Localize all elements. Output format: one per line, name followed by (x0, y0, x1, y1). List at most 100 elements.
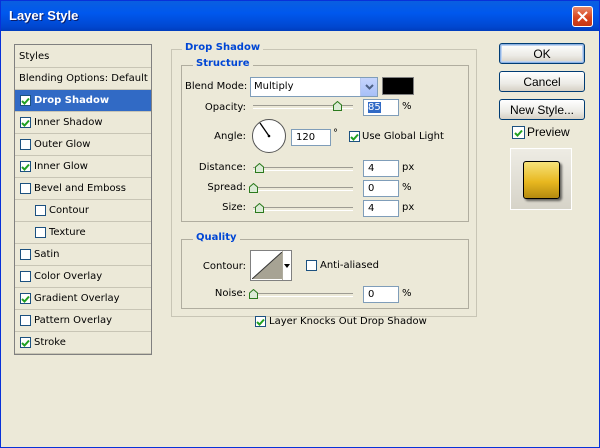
opacity-slider-thumb[interactable] (333, 101, 342, 111)
window-title: Layer Style (9, 8, 79, 23)
style-item-label: Pattern Overlay (34, 315, 113, 326)
chevron-down-icon (284, 263, 290, 268)
style-item-checkbox[interactable] (20, 315, 31, 326)
anti-aliased-checkbox[interactable] (306, 260, 317, 271)
chevron-down-icon (364, 84, 374, 90)
ok-label: OK (533, 46, 551, 61)
noise-input[interactable]: 0 (363, 286, 399, 303)
style-item-label: Gradient Overlay (34, 293, 120, 304)
style-item-blending-options-default[interactable]: Blending Options: Default (15, 68, 151, 90)
blend-mode-label: Blend Mode: (185, 81, 248, 92)
style-item-contour[interactable]: Contour (15, 200, 151, 222)
style-item-checkbox[interactable] (35, 227, 46, 238)
spread-slider-thumb[interactable] (249, 183, 258, 193)
style-preview-thumbnail (510, 148, 572, 210)
opacity-value: 85 (368, 102, 381, 113)
spread-input[interactable]: 0 (363, 180, 399, 197)
blend-mode-value: Multiply (254, 81, 294, 92)
style-item-color-overlay[interactable]: Color Overlay (15, 266, 151, 288)
ok-button[interactable]: OK (499, 43, 585, 64)
distance-slider-thumb[interactable] (255, 163, 264, 173)
size-input[interactable]: 4 (363, 200, 399, 217)
noise-slider[interactable] (249, 289, 353, 299)
style-item-checkbox[interactable] (20, 183, 31, 194)
style-item-label: Contour (49, 205, 89, 216)
angle-label: Angle: (214, 131, 246, 142)
spread-unit: % (402, 182, 412, 193)
distance-slider-track (253, 167, 353, 171)
distance-unit: px (402, 162, 415, 173)
style-item-outer-glow[interactable]: Outer Glow (15, 134, 151, 156)
new-style-label: New Style... (509, 102, 575, 117)
distance-value: 4 (368, 163, 375, 174)
noise-slider-thumb[interactable] (249, 289, 258, 299)
size-slider-thumb[interactable] (255, 203, 264, 213)
angle-dial-icon[interactable] (251, 118, 287, 154)
spread-slider[interactable] (249, 183, 353, 193)
preview-swatch (523, 161, 560, 199)
style-item-checkbox[interactable] (20, 139, 31, 150)
contour-dropdown-button[interactable] (282, 251, 291, 280)
close-x-icon (577, 11, 588, 22)
style-item-satin[interactable]: Satin (15, 244, 151, 266)
close-button[interactable] (572, 6, 593, 27)
opacity-input[interactable]: 85 (363, 99, 399, 116)
style-item-label: Inner Glow (34, 161, 88, 172)
noise-value: 0 (368, 289, 375, 300)
style-item-stroke[interactable]: Stroke (15, 332, 151, 354)
styles-list: Styles Blending Options: Default Drop Sha… (14, 44, 152, 355)
style-item-label: Outer Glow (34, 139, 91, 150)
size-value: 4 (368, 203, 375, 214)
contour-picker[interactable] (250, 250, 292, 281)
style-item-checkbox[interactable] (20, 95, 31, 106)
distance-slider[interactable] (253, 163, 353, 173)
style-item-label: Blending Options: Default (19, 73, 148, 84)
spread-label: Spread: (207, 182, 246, 193)
anti-aliased-label: Anti-aliased (320, 260, 380, 271)
distance-input[interactable]: 4 (363, 160, 399, 177)
preview-checkbox[interactable] (512, 126, 525, 139)
spread-value: 0 (368, 183, 375, 194)
style-item-checkbox[interactable] (20, 293, 31, 304)
angle-value: 120 (296, 132, 316, 143)
contour-curve-icon (252, 252, 282, 279)
style-item-drop-shadow[interactable]: Drop Shadow (15, 90, 151, 112)
new-style-button[interactable]: New Style... (499, 99, 585, 120)
contour-label: Contour: (202, 261, 246, 272)
distance-label: Distance: (198, 162, 246, 173)
style-item-checkbox[interactable] (20, 161, 31, 172)
cancel-button[interactable]: Cancel (499, 71, 585, 92)
style-item-pattern-overlay[interactable]: Pattern Overlay (15, 310, 151, 332)
knockout-checkbox[interactable] (255, 316, 266, 327)
style-item-checkbox[interactable] (20, 117, 31, 128)
shadow-color-swatch[interactable] (382, 77, 414, 95)
use-global-light-checkbox[interactable] (349, 131, 360, 142)
style-item-bevel-and-emboss[interactable]: Bevel and Emboss (15, 178, 151, 200)
styles-list-header[interactable]: Styles (15, 45, 151, 68)
checkmark-icon (21, 339, 30, 347)
blend-mode-select[interactable]: Multiply (250, 77, 378, 97)
checkmark-icon (21, 163, 30, 171)
style-item-texture[interactable]: Texture (15, 222, 151, 244)
opacity-unit: % (402, 101, 412, 112)
size-slider[interactable] (253, 203, 353, 213)
checkmark-icon (21, 97, 30, 105)
spread-slider-track (249, 187, 353, 191)
style-item-inner-glow[interactable]: Inner Glow (15, 156, 151, 178)
style-item-checkbox[interactable] (20, 337, 31, 348)
preview-label: Preview (527, 125, 570, 139)
checkmark-icon (514, 129, 523, 137)
blend-mode-dropdown-button[interactable] (360, 78, 377, 96)
checkmark-icon (21, 295, 30, 303)
style-item-checkbox[interactable] (35, 205, 46, 216)
checkmark-icon (350, 133, 359, 141)
opacity-slider[interactable] (253, 101, 353, 111)
noise-unit: % (402, 288, 412, 299)
angle-input[interactable]: 120 (291, 129, 331, 146)
style-item-checkbox[interactable] (20, 249, 31, 260)
angle-unit: ° (333, 128, 338, 139)
noise-slider-track (249, 293, 353, 297)
style-item-checkbox[interactable] (20, 271, 31, 282)
style-item-inner-shadow[interactable]: Inner Shadow (15, 112, 151, 134)
style-item-gradient-overlay[interactable]: Gradient Overlay (15, 288, 151, 310)
